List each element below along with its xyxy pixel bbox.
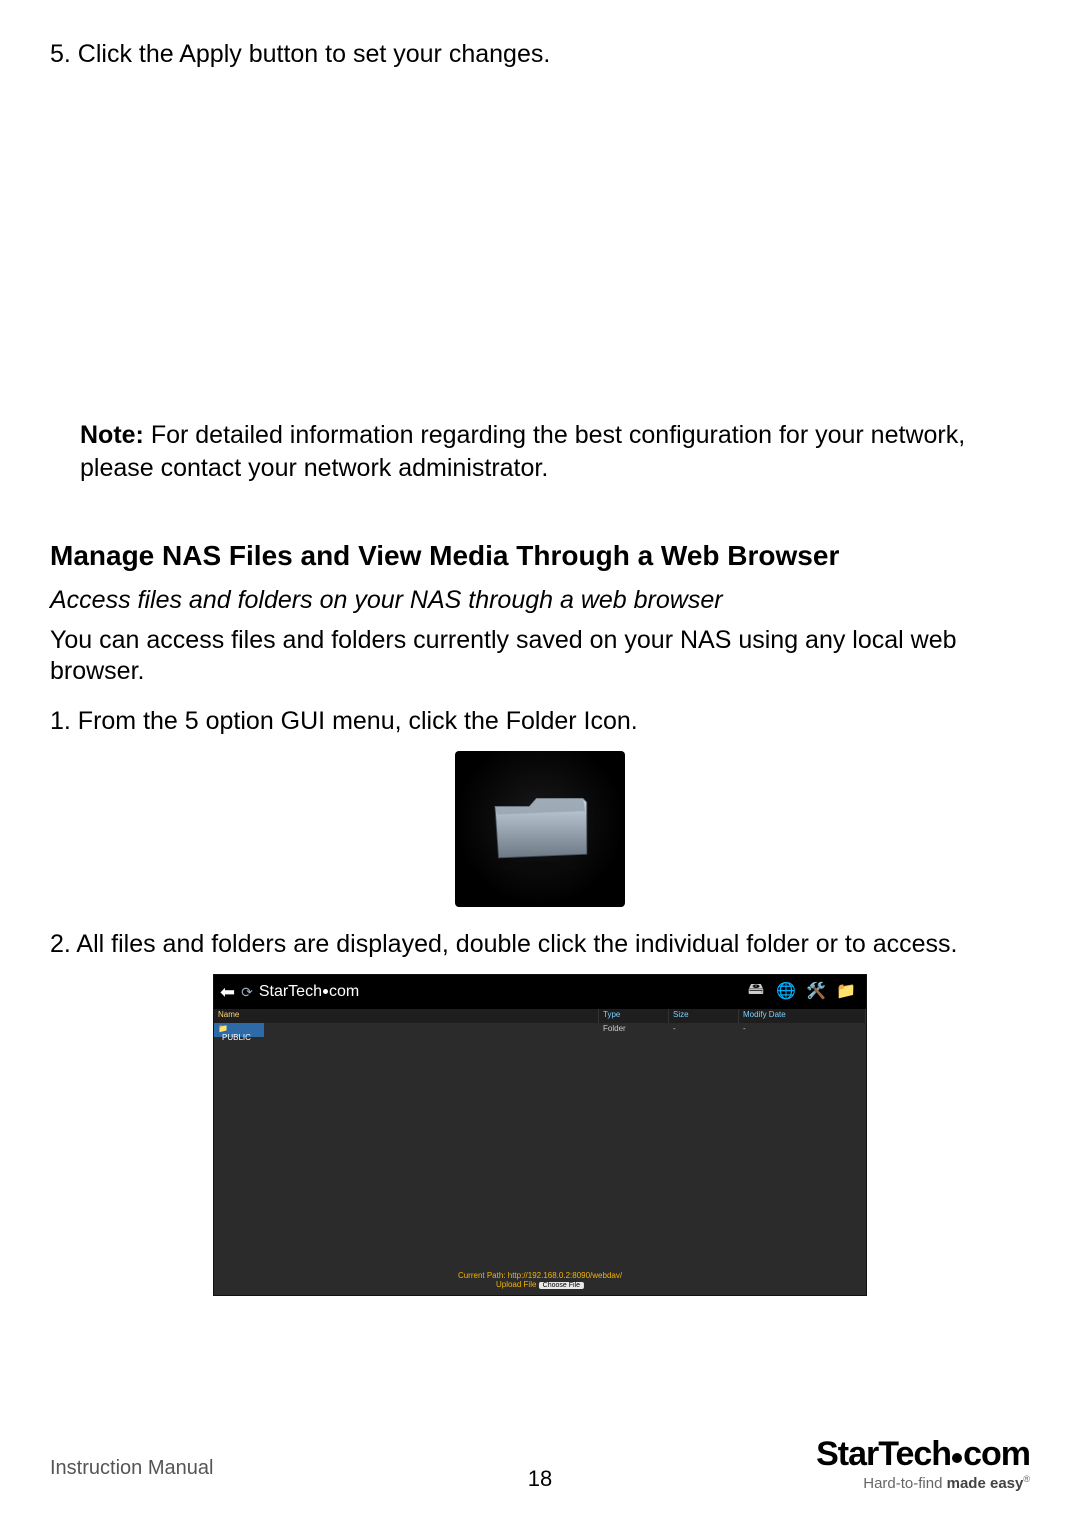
toolbar-globe-icon[interactable]: 🌐	[772, 977, 800, 1005]
note-text: For detailed information regarding the b…	[80, 421, 965, 482]
section-heading: Manage NAS Files and View Media Through …	[50, 540, 1030, 572]
file-browser-toolbar: ⬅ ⟳ StarTechcom 🖴 🌐 🛠️ 📁	[214, 975, 866, 1009]
current-path-label: Current Path:	[458, 1271, 506, 1280]
choose-file-button[interactable]: Choose File	[539, 1282, 584, 1289]
note-block: Note: For detailed information regarding…	[50, 419, 1030, 484]
section-subheading: Access files and folders on your NAS thr…	[50, 586, 1030, 615]
col-name[interactable]: Name	[214, 1009, 599, 1023]
intro-paragraph: You can access files and folders current…	[50, 625, 1030, 688]
row-modify: -	[739, 1023, 866, 1037]
toolbar-folder-icon[interactable]: 📁	[832, 977, 860, 1005]
upload-file-label: Upload File	[496, 1280, 536, 1289]
step-2: 2. All files and folders are displayed, …	[50, 929, 1030, 960]
row-type: Folder	[599, 1023, 669, 1037]
step-5: 5. Click the Apply button to set your ch…	[50, 40, 1030, 69]
file-browser-column-header: Name Type Size Modify Date	[214, 1009, 866, 1023]
row-name: 📁 PUBLIC	[214, 1023, 264, 1037]
col-type[interactable]: Type	[599, 1009, 669, 1023]
toolbar-tools-icon[interactable]: 🛠️	[802, 977, 830, 1005]
page-number: 18	[528, 1466, 552, 1492]
file-browser-brand: StarTechcom	[259, 983, 359, 1001]
row-size: -	[669, 1023, 739, 1037]
folder-icon-figure	[455, 751, 625, 907]
folder-icon	[485, 784, 595, 874]
step-1: 1. From the 5 option GUI menu, click the…	[50, 706, 1030, 737]
refresh-icon[interactable]: ⟳	[241, 984, 253, 1001]
toolbar-drive-icon[interactable]: 🖴	[742, 977, 770, 1005]
col-size[interactable]: Size	[669, 1009, 739, 1023]
note-label: Note:	[80, 421, 144, 449]
col-modify[interactable]: Modify Date	[739, 1009, 866, 1023]
brand-logo: StarTechcom	[816, 1435, 1030, 1474]
current-path: http://192.168.0.2:8090/webdav/	[508, 1271, 622, 1280]
footer-left-label: Instruction Manual	[50, 1457, 213, 1480]
file-browser-figure: ⬅ ⟳ StarTechcom 🖴 🌐 🛠️ 📁 Name Type Size …	[213, 974, 867, 1296]
brand-block: StarTechcom Hard-to-find made easy®	[816, 1435, 1030, 1492]
brand-tagline: Hard-to-find made easy®	[816, 1474, 1030, 1492]
file-browser-row-public[interactable]: 📁 PUBLIC Folder - -	[214, 1023, 866, 1037]
file-browser-footer: Current Path: http://192.168.0.2:8090/we…	[458, 1271, 622, 1289]
back-arrow-icon[interactable]: ⬅	[220, 982, 235, 1003]
